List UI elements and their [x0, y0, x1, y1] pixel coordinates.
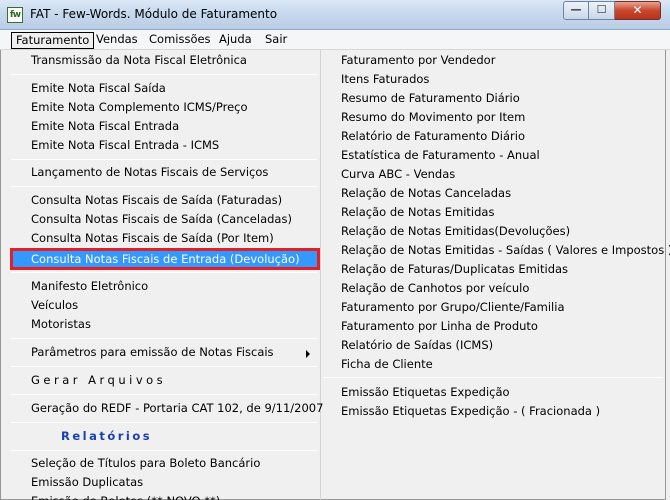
menu-item-gerar-arquivos[interactable]: Gerar Arquivos — [31, 371, 166, 390]
menu-item-notas-emitidas-saidas[interactable]: Relação de Notas Emitidas - Saídas ( Val… — [341, 241, 670, 260]
menu-ajuda[interactable]: Ajuda — [215, 32, 256, 49]
close-icon: ✕ — [632, 3, 643, 17]
menu-separator — [11, 338, 317, 339]
title-bar: fw FAT - Few-Words. Módulo de Faturament… — [0, 0, 670, 30]
maximize-icon: ☐ — [596, 3, 607, 16]
menu-vendas[interactable]: Vendas — [92, 32, 142, 49]
menu-separator — [11, 422, 317, 423]
app-icon: fw — [7, 7, 23, 23]
submenu-arrow-icon — [306, 350, 310, 358]
menu-item-label: Consulta Notas Fiscais de Entrada (Devol… — [31, 252, 300, 266]
menu-item-veiculos[interactable]: Veículos — [31, 296, 78, 315]
menu-item-emite-nf-entrada[interactable]: Emite Nota Fiscal Entrada — [31, 117, 179, 136]
menu-separator — [323, 377, 663, 378]
menu-item-faturamento-linha-produto[interactable]: Faturamento por Linha de Produto — [341, 317, 538, 336]
menu-item-curva-abc[interactable]: Curva ABC - Vendas — [341, 165, 455, 184]
minimize-button[interactable]: — — [563, 1, 589, 20]
menu-sair[interactable]: Sair — [261, 32, 291, 49]
menu-item-emissao-boletos[interactable]: Emissão de Boletos (** NOVO **) — [31, 492, 220, 500]
menu-item-consulta-canceladas[interactable]: Consulta Notas Fiscais de Saída (Cancela… — [31, 210, 292, 229]
section-relatorios: Relatórios — [61, 429, 153, 443]
column-divider — [320, 50, 321, 500]
menu-item-lancamento-servicos[interactable]: Lançamento de Notas Fiscais de Serviços — [31, 163, 268, 182]
menu-bar: Faturamento Vendas Comissões Ajuda Sair — [0, 30, 670, 50]
menu-item-faturas-duplicatas[interactable]: Relação de Faturas/Duplicatas Emitidas — [341, 260, 568, 279]
menu-item-ficha-cliente[interactable]: Ficha de Cliente — [341, 355, 433, 374]
menu-item-emissao-duplicatas[interactable]: Emissão Duplicatas — [31, 473, 143, 492]
menu-faturamento[interactable]: Faturamento — [11, 32, 95, 49]
menu-item-consulta-por-item[interactable]: Consulta Notas Fiscais de Saída (Por Ite… — [31, 229, 274, 248]
menu-item-etiquetas-expedicao-fracionada[interactable]: Emissão Etiquetas Expedição - ( Fraciona… — [341, 402, 600, 421]
menu-separator — [11, 74, 317, 75]
window-title: FAT - Few-Words. Módulo de Faturamento — [30, 7, 278, 21]
menu-separator — [11, 366, 317, 367]
menu-item-emite-complemento[interactable]: Emite Nota Complemento ICMS/Preço — [31, 98, 248, 117]
menu-item-estatistica-anual[interactable]: Estatística de Faturamento - Anual — [341, 146, 540, 165]
faturamento-dropdown: Transmissão da Nota Fiscal Eletrônica Em… — [0, 50, 670, 500]
menu-item-geracao-redf[interactable]: Geração do REDF - Portaria CAT 102, de 9… — [31, 399, 323, 418]
menu-item-transmissao-nfe[interactable]: Transmissão da Nota Fiscal Eletrônica — [31, 51, 247, 70]
menu-separator — [11, 450, 317, 451]
menu-separator — [11, 394, 317, 395]
menu-item-parametros[interactable]: Parâmetros para emissão de Notas Fiscais — [31, 343, 274, 362]
menu-item-motoristas[interactable]: Motoristas — [31, 315, 91, 334]
menu-item-notas-emitidas[interactable]: Relação de Notas Emitidas — [341, 203, 494, 222]
menu-item-faturamento-grupo[interactable]: Faturamento por Grupo/Cliente/Familia — [341, 298, 565, 317]
menu-item-manifesto[interactable]: Manifesto Eletrônico — [31, 277, 148, 296]
menu-separator — [11, 186, 317, 187]
menu-comissoes[interactable]: Comissões — [145, 32, 215, 49]
close-button[interactable]: ✕ — [615, 1, 661, 20]
menu-item-consulta-faturadas[interactable]: Consulta Notas Fiscais de Saída (Faturad… — [31, 191, 282, 210]
menu-item-emite-nf-saida[interactable]: Emite Nota Fiscal Saída — [31, 79, 166, 98]
menu-item-faturamento-vendedor[interactable]: Faturamento por Vendedor — [341, 51, 495, 70]
maximize-button[interactable]: ☐ — [589, 1, 615, 20]
menu-item-etiquetas-expedicao[interactable]: Emissão Etiquetas Expedição — [341, 383, 510, 402]
menu-separator — [11, 272, 317, 273]
menu-item-resumo-movimento-item[interactable]: Resumo do Movimento por Item — [341, 108, 525, 127]
menu-item-notas-emitidas-devolucoes[interactable]: Relação de Notas Emitidas(Devoluções) — [341, 222, 570, 241]
menu-separator — [11, 159, 317, 160]
menu-item-canhotos-veiculo[interactable]: Relação de Canhotos por veículo — [341, 279, 529, 298]
menu-item-consulta-entrada-devolucao[interactable]: Consulta Notas Fiscais de Entrada (Devol… — [10, 248, 320, 270]
menu-item-relatorio-faturamento-diario[interactable]: Relatório de Faturamento Diário — [341, 127, 525, 146]
menu-item-notas-canceladas[interactable]: Relação de Notas Canceladas — [341, 184, 511, 203]
menu-item-resumo-faturamento-diario[interactable]: Resumo de Faturamento Diário — [341, 89, 520, 108]
menu-item-emite-nf-entrada-icms[interactable]: Emite Nota Fiscal Entrada - ICMS — [31, 136, 219, 155]
menu-item-selecao-titulos[interactable]: Seleção de Títulos para Boleto Bancário — [31, 454, 260, 473]
minimize-icon: — — [570, 3, 582, 16]
menu-item-itens-faturados[interactable]: Itens Faturados — [341, 70, 429, 89]
menu-item-relatorio-saidas-icms[interactable]: Relatório de Saídas (ICMS) — [341, 336, 493, 355]
